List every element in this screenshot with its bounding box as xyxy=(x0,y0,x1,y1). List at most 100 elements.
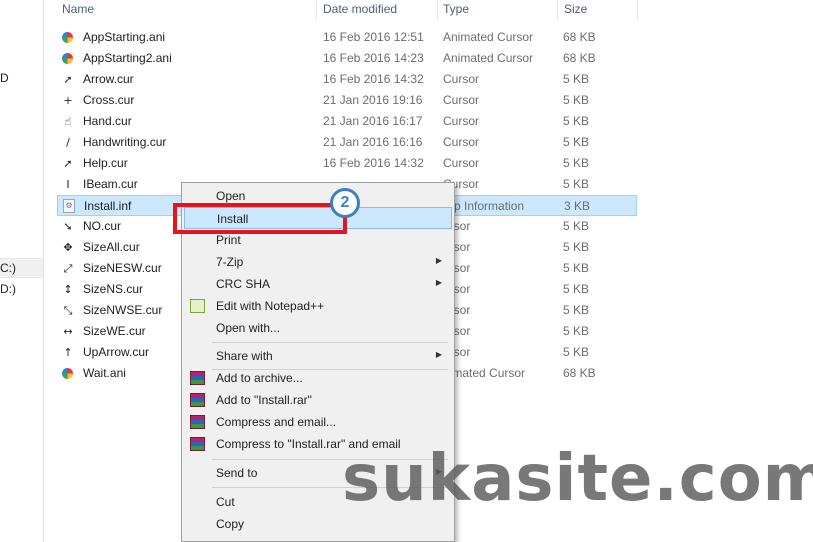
file-row[interactable]: ➚ Arrow.cur 16 Feb 2016 14:32 Cursor 5 K… xyxy=(57,69,637,90)
file-name: SizeAll.cur xyxy=(83,240,140,254)
file-size: 5 KB xyxy=(563,135,590,149)
winrar-icon xyxy=(190,415,205,429)
navigation-pane[interactable]: D C:) D:) xyxy=(0,0,44,542)
file-size: 5 KB xyxy=(563,303,590,317)
winrar-icon xyxy=(190,437,205,451)
menu-item-crc-sha[interactable]: CRC SHA ▶ xyxy=(184,273,452,295)
file-type: Cursor xyxy=(443,93,480,107)
resize-diagonal-cursor-icon: ⤢ xyxy=(63,262,73,275)
file-type: tup Information xyxy=(444,199,525,213)
column-divider[interactable] xyxy=(316,0,317,20)
file-name: AppStarting.ani xyxy=(83,30,166,44)
up-arrow-cursor-icon: ↑ xyxy=(63,346,73,359)
menu-item-open-with[interactable]: Open with... xyxy=(184,317,452,339)
menu-item-edit-notepad[interactable]: Edit with Notepad++ xyxy=(184,295,452,317)
nav-item-drive-c[interactable]: C:) xyxy=(0,261,16,275)
menu-item-7zip[interactable]: 7-Zip ▶ xyxy=(184,251,452,273)
file-name: IBeam.cur xyxy=(83,177,138,191)
file-type: Animated Cursor xyxy=(443,51,534,65)
file-row[interactable]: ➚ Help.cur 16 Feb 2016 14:32 Cursor 5 KB xyxy=(57,153,637,174)
column-divider[interactable] xyxy=(637,0,638,20)
file-type: Cursor xyxy=(443,114,480,128)
file-size: 5 KB xyxy=(563,72,590,86)
file-row[interactable]: AppStarting2.ani 16 Feb 2016 14:23 Anima… xyxy=(57,48,637,69)
highlight-box xyxy=(173,203,347,234)
file-row[interactable]: / Handwriting.cur 21 Jan 2016 16:16 Curs… xyxy=(57,132,637,153)
menu-item-label: Compress and email... xyxy=(216,415,337,429)
file-name: SizeWE.cur xyxy=(83,324,146,338)
menu-item-label: CRC SHA xyxy=(216,277,271,291)
menu-item-copy[interactable]: Copy xyxy=(184,513,452,535)
file-size: 5 KB xyxy=(563,240,590,254)
resize-diagonal-cursor-icon: ⤡ xyxy=(63,304,73,317)
file-size: 68 KB xyxy=(563,366,596,380)
submenu-arrow-icon: ▶ xyxy=(435,350,442,359)
hand-cursor-icon: ☝ xyxy=(64,115,72,128)
menu-item-add-to-rar[interactable]: Add to "Install.rar" xyxy=(184,389,452,411)
file-name: Install.inf xyxy=(84,199,132,213)
submenu-arrow-icon: ▶ xyxy=(435,256,442,265)
pen-cursor-icon: / xyxy=(66,136,70,149)
resize-horizontal-cursor-icon: ↔ xyxy=(63,325,73,338)
file-size: 5 KB xyxy=(563,324,590,338)
nav-item-fragment[interactable]: D xyxy=(0,71,9,85)
help-cursor-icon: ➚ xyxy=(63,157,73,170)
file-row[interactable]: ☝ Hand.cur 21 Jan 2016 16:17 Cursor 5 KB xyxy=(57,111,637,132)
file-name: Hand.cur xyxy=(83,114,132,128)
file-date: 16 Feb 2016 14:23 xyxy=(323,51,424,65)
file-type: Cursor xyxy=(443,72,480,86)
menu-item-share-with[interactable]: Share with ▶ xyxy=(184,345,452,367)
file-date: 16 Feb 2016 14:32 xyxy=(323,156,424,170)
resize-vertical-cursor-icon: ↕ xyxy=(63,283,73,296)
column-header-size[interactable]: Size xyxy=(564,0,587,20)
menu-item-label: Cut xyxy=(216,495,235,509)
file-size: 5 KB xyxy=(563,114,590,128)
file-size: 68 KB xyxy=(563,51,596,65)
file-type: Cursor xyxy=(443,135,480,149)
column-header-date[interactable]: Date modified xyxy=(323,0,397,20)
file-name: Cross.cur xyxy=(83,93,135,107)
column-header-type[interactable]: Type xyxy=(443,0,469,20)
menu-item-label: Send to xyxy=(216,466,258,480)
column-header-name[interactable]: Name xyxy=(62,0,94,20)
file-type: Cursor xyxy=(443,156,480,170)
menu-item-label: 7-Zip xyxy=(216,255,244,269)
menu-item-add-to-archive[interactable]: Add to archive... xyxy=(184,367,452,389)
menu-item-label: Add to archive... xyxy=(216,371,303,385)
column-divider[interactable] xyxy=(557,0,558,20)
move-cursor-icon: ✥ xyxy=(63,241,73,254)
menu-separator xyxy=(212,342,448,343)
file-size: 68 KB xyxy=(563,30,596,44)
file-name: SizeNS.cur xyxy=(83,282,144,296)
file-date: 21 Jan 2016 19:16 xyxy=(323,93,423,107)
cross-cursor-icon: + xyxy=(63,94,73,107)
menu-item-label: Open with... xyxy=(216,321,281,335)
menu-item-compress-email[interactable]: Compress and email... xyxy=(184,411,452,433)
file-date: 21 Jan 2016 16:17 xyxy=(323,114,423,128)
file-size: 5 KB xyxy=(563,177,590,191)
menu-item-label: Print xyxy=(216,233,241,247)
file-date: 16 Feb 2016 12:51 xyxy=(323,30,424,44)
setup-file-icon: ⚙ xyxy=(63,199,75,213)
winrar-icon xyxy=(190,393,205,407)
file-size: 5 KB xyxy=(563,282,590,296)
file-name: SizeNWSE.cur xyxy=(83,303,163,317)
no-cursor-icon: ➘ xyxy=(63,220,73,233)
file-date: 16 Feb 2016 14:32 xyxy=(323,72,424,86)
file-name: Arrow.cur xyxy=(83,72,134,86)
menu-item-label: Share with xyxy=(216,349,273,363)
file-date: 21 Jan 2016 16:16 xyxy=(323,135,423,149)
file-name: SizeNESW.cur xyxy=(83,261,162,275)
file-name: UpArrow.cur xyxy=(83,345,150,359)
file-row[interactable]: + Cross.cur 21 Jan 2016 19:16 Cursor 5 K… xyxy=(57,90,637,111)
nav-item-drive-d[interactable]: D:) xyxy=(0,282,16,296)
submenu-arrow-icon: ▶ xyxy=(435,278,442,287)
menu-item-label: Copy xyxy=(216,517,245,531)
ibeam-cursor-icon: I xyxy=(66,178,70,191)
menu-item-label: Add to "Install.rar" xyxy=(216,393,312,407)
column-divider[interactable] xyxy=(437,0,438,20)
file-name: Handwriting.cur xyxy=(83,135,167,149)
file-size: 5 KB xyxy=(563,345,590,359)
file-row[interactable]: AppStarting.ani 16 Feb 2016 12:51 Animat… xyxy=(57,27,637,48)
file-name: Wait.ani xyxy=(83,366,126,380)
